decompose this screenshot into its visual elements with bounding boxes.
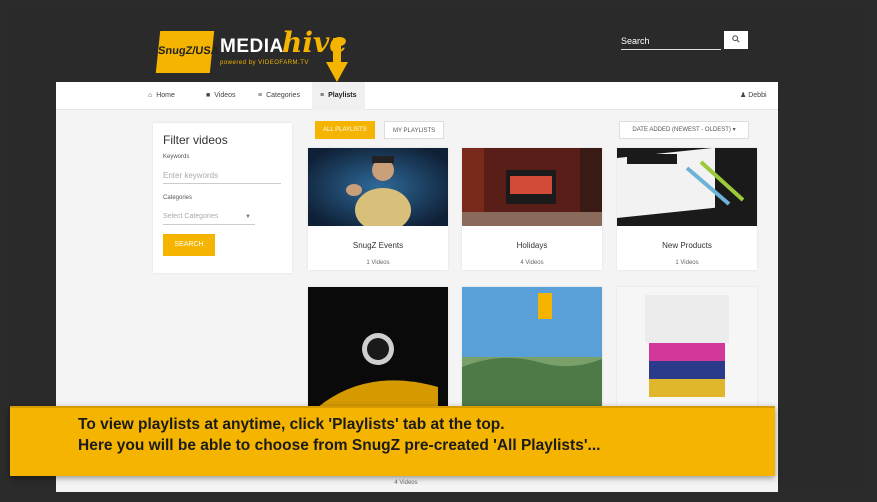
playlist-count: 4 Videos [394,480,418,486]
list-icon: ≡ [258,92,263,99]
tab-all-playlists[interactable]: ALL PLAYLISTS [315,121,375,139]
snugz-logo[interactable]: SnugZ/USA [155,31,219,73]
nav-categories-label: Categories [266,92,300,99]
user-icon: ♟ [740,92,749,99]
playlist-thumbnail [308,287,448,407]
categories-select[interactable]: Select Categories ▼ [163,209,255,225]
playlist-count: 1 Videos [675,260,699,266]
playlist-title: Holidays [516,241,548,250]
tab-my-playlists[interactable]: MY PLAYLISTS [384,121,445,139]
filter-search-button[interactable]: SEARCH [163,234,215,256]
keywords-label: Keywords [163,154,190,160]
playlist-thumbnail [462,287,602,407]
chevron-down-icon: ▼ [245,214,251,220]
playlist-card[interactable]: Holidays 4 Videos [462,148,602,270]
categories-label: Categories [163,195,193,201]
instruction-text: To view playlists at anytime, click 'Pla… [78,414,600,456]
playlist-card[interactable]: SnugZ Events 1 Videos [308,148,448,270]
sort-dropdown[interactable]: DATE ADDED (NEWEST - OLDEST) ▾ [619,121,749,139]
keywords-input[interactable]: Enter keywords [163,168,281,184]
logo-badge-text: SnugZ/USA [157,45,220,57]
playlist-count: 1 Videos [366,260,390,266]
main-nav: ⌂ Home ■ Videos ≡ Categories ≡ Playlists ♟ D… [56,82,778,127]
search-input[interactable]: Search [621,36,650,46]
search-underline [621,49,721,50]
nav-home[interactable]: ⌂ Home [148,82,175,110]
playlist-thumbnail [617,287,757,407]
nav-playlists[interactable]: ≡ Playlists [312,82,365,110]
sort-label: DATE ADDED (NEWEST - OLDEST) [632,127,731,133]
filter-title: Filter videos [163,133,228,147]
home-icon: ⌂ [148,92,153,99]
caret-down-icon: ▾ [732,127,736,133]
user-menu[interactable]: ♟ Debbi Distributor ▾ [740,82,778,127]
nav-videos-label: Videos [214,92,236,99]
categories-value: Select Categories [163,213,219,220]
playlist-card[interactable]: New Products 1 Videos [617,147,757,270]
playlist-count: 4 Videos [520,260,544,266]
search-button[interactable] [724,31,748,49]
nav-categories[interactable]: ≡ Categories [258,82,300,110]
playlist-thumbnail [462,148,602,226]
nav-videos[interactable]: ■ Videos [206,82,236,110]
playlist-thumbnail [308,148,448,232]
logo-powered-text: powered by VIDEOFARM.TV [220,60,309,66]
playlist-card[interactable] [462,287,602,407]
playlist-card[interactable] [308,287,448,407]
playlist-title: SnugZ Events [352,241,404,250]
filter-panel: Filter videos Keywords Enter keywords Ca… [153,123,292,273]
list-icon: ≡ [320,92,325,99]
video-icon: ■ [206,92,211,99]
instruction-line-2: Here you will be able to choose from Snu… [78,437,601,454]
nav-playlists-label: Playlists [328,92,357,99]
search-icon [732,35,740,43]
playlist-card[interactable] [617,287,757,407]
playlist-thumbnail [617,147,757,226]
down-arrow-icon [326,38,348,82]
nav-home-label: Home [156,92,175,99]
instruction-line-1: To view playlists at anytime, click 'Pla… [78,416,505,433]
logo-media-text: MEDIA [220,36,284,57]
playlist-title: New Products [662,241,712,250]
